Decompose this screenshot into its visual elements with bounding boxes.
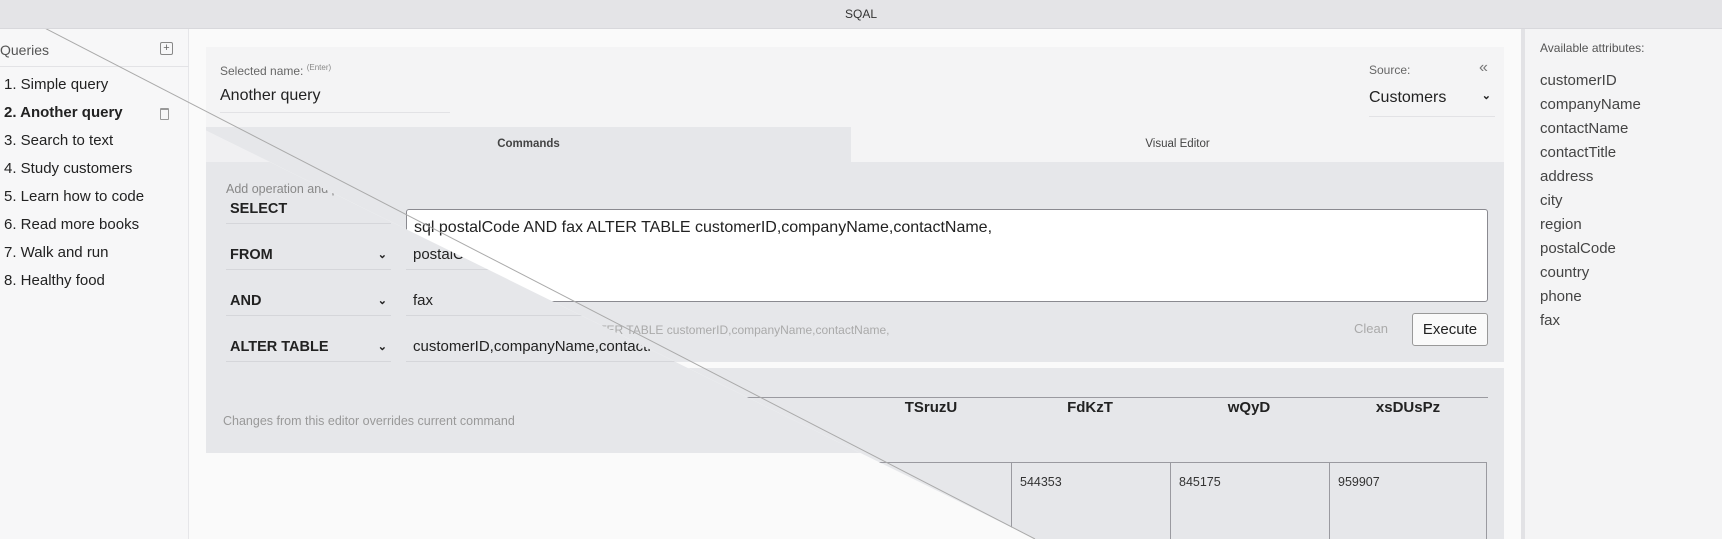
- results-cell: 845175: [1170, 462, 1330, 539]
- chevron-down-icon: ⌄: [1481, 90, 1491, 102]
- query-header: Selected name: (Enter) Another query Sou…: [206, 47, 1504, 127]
- attribute-item[interactable]: region: [1540, 216, 1582, 233]
- results-column-header: wQyD: [1227, 399, 1271, 416]
- chevron-down-icon: ⌄: [377, 249, 387, 261]
- name-hint: (Enter): [306, 63, 332, 72]
- tab-commands[interactable]: Commands: [206, 127, 851, 162]
- plus-square-icon[interactable]: +: [160, 42, 173, 55]
- tab-visual-editor[interactable]: Visual Editor: [851, 127, 1504, 162]
- command-textarea[interactable]: sql postalCode AND fax ALTER TABLE custo…: [406, 209, 1488, 302]
- window-title-bar: SQAL: [0, 0, 1722, 29]
- query-item[interactable]: 2. Another query: [4, 104, 123, 121]
- operation-select[interactable]: AND ⌄: [226, 288, 391, 316]
- results-column-header: xsDUsPz: [1375, 399, 1441, 416]
- source-value: Customers: [1369, 89, 1447, 106]
- operation-value: SELECT: [230, 201, 288, 217]
- attribute-item[interactable]: postalCode: [1540, 240, 1616, 257]
- double-chevron-left-icon[interactable]: «: [1479, 59, 1488, 77]
- operation-value: AND: [230, 293, 262, 309]
- attribute-item[interactable]: contactTitle: [1540, 144, 1616, 161]
- query-item[interactable]: 8. Healthy food: [4, 272, 105, 289]
- results-column-header: FdKzT: [1067, 399, 1113, 416]
- attribute-item[interactable]: companyName: [1540, 96, 1641, 113]
- query-item[interactable]: 3. Search to text: [4, 132, 113, 149]
- source-label: Source:: [1369, 63, 1411, 77]
- query-item[interactable]: 7. Walk and run: [4, 244, 109, 261]
- name-label: Selected name:: [220, 64, 304, 78]
- attribute-item[interactable]: country: [1540, 264, 1589, 281]
- clean-button[interactable]: Clean: [1354, 321, 1388, 336]
- visual-editor-footer: Changes from this editor overrides curre…: [223, 414, 515, 428]
- attribute-item[interactable]: address: [1540, 168, 1593, 185]
- query-item[interactable]: 4. Study customers: [4, 160, 132, 177]
- operation-value: ALTER TABLE: [230, 339, 329, 355]
- attribute-item[interactable]: fax: [1540, 312, 1560, 329]
- app-title: SQAL: [844, 7, 877, 21]
- source-select[interactable]: Customers ⌄: [1369, 89, 1495, 117]
- operation-select[interactable]: FROM ⌄: [226, 242, 391, 270]
- attribute-item[interactable]: city: [1540, 192, 1563, 209]
- operation-select[interactable]: ALTER TABLE ⌄: [226, 334, 391, 362]
- operation-value: FROM: [230, 247, 273, 263]
- chevron-down-icon: ⌄: [377, 295, 387, 307]
- results-cell: 959907: [1329, 462, 1487, 539]
- attribute-item[interactable]: contactName: [1540, 120, 1628, 137]
- attributes-title: Available attributes:: [1540, 41, 1645, 55]
- chevron-down-icon: ⌄: [377, 341, 387, 353]
- queries-header: Queries: [0, 42, 50, 58]
- execute-button[interactable]: Execute: [1412, 313, 1488, 346]
- results-cell: 544353: [1011, 462, 1171, 539]
- attribute-item[interactable]: phone: [1540, 288, 1582, 305]
- queries-sidebar: Queries + 1. Simple query 2. Another query…: [0, 29, 189, 539]
- query-item[interactable]: 6. Read more books: [4, 216, 139, 233]
- attribute-item[interactable]: customerID: [1540, 72, 1617, 89]
- query-item[interactable]: 1. Simple query: [4, 76, 108, 93]
- trash-icon[interactable]: [160, 108, 169, 120]
- query-name-input[interactable]: Another query: [220, 87, 450, 113]
- query-item[interactable]: 5. Learn how to code: [4, 188, 144, 205]
- results-column-header: TSruzU: [904, 399, 958, 416]
